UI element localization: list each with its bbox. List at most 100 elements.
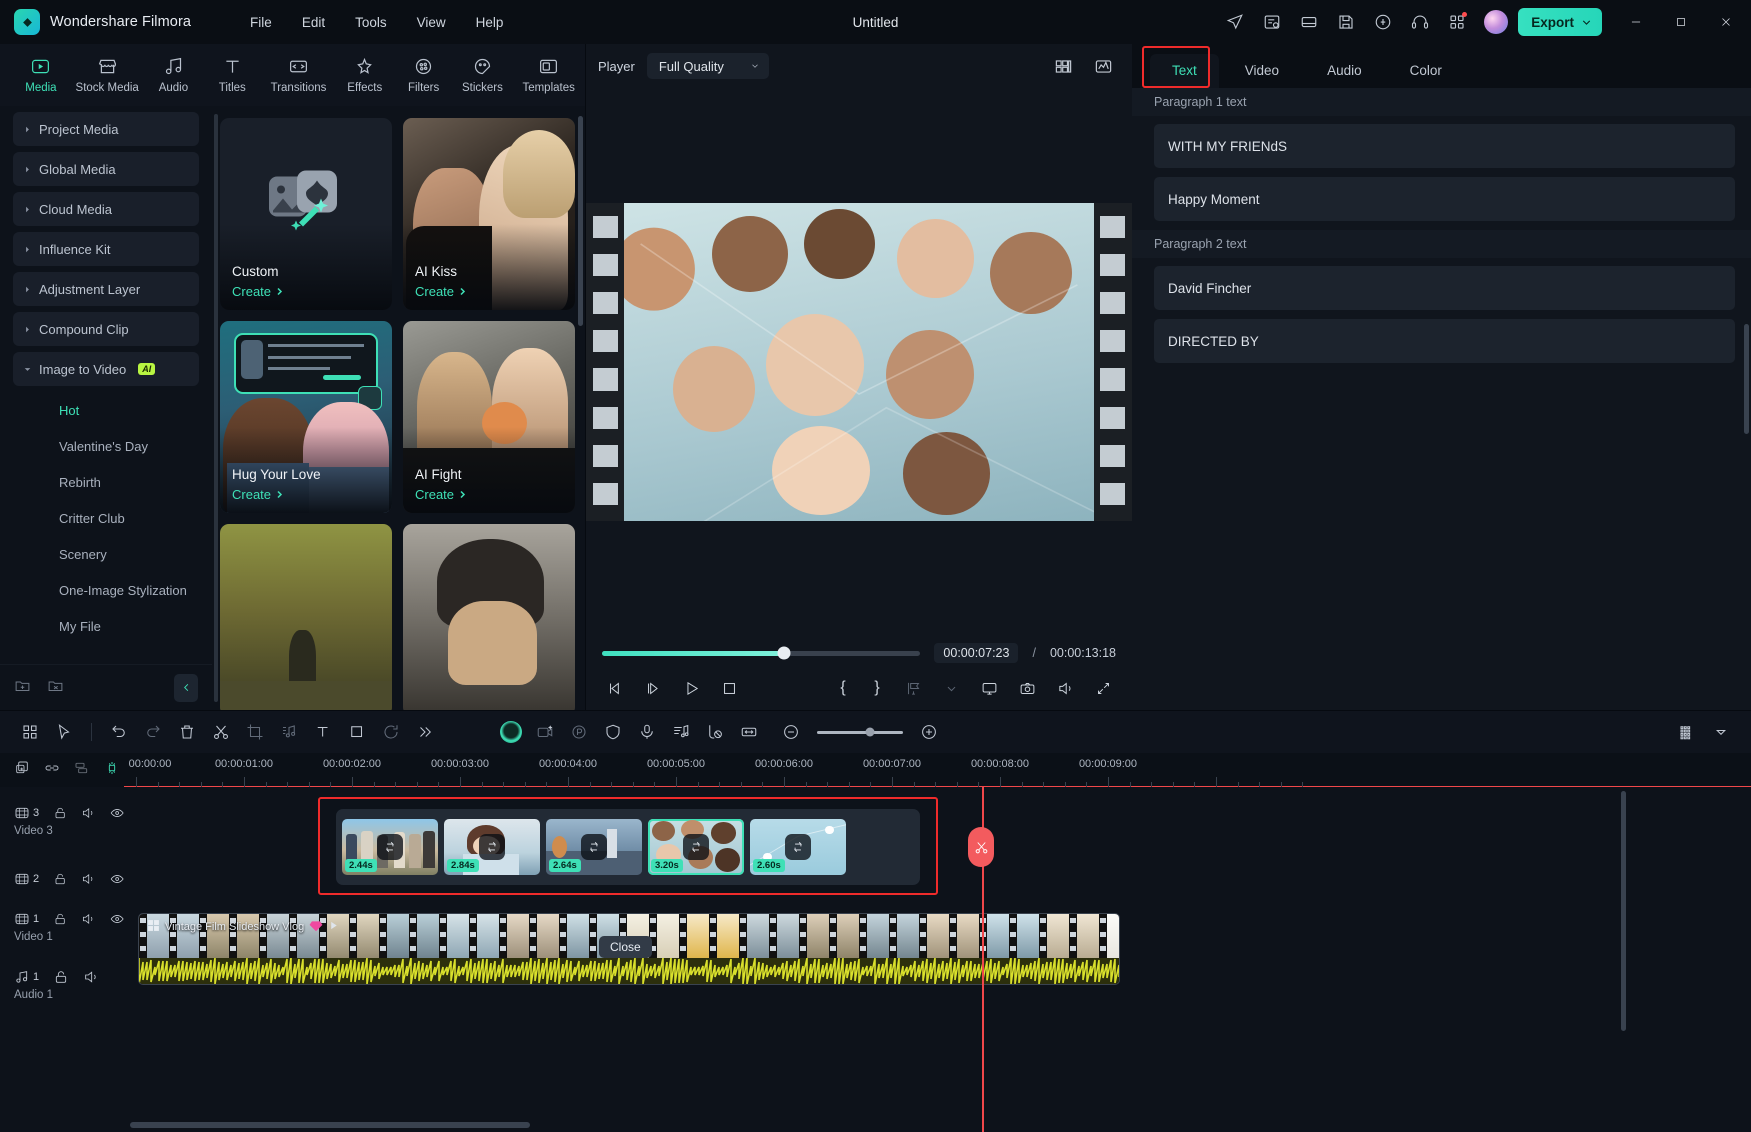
properties-scrollbar[interactable] <box>1744 324 1749 434</box>
play-button[interactable] <box>678 675 704 701</box>
keyframe-button[interactable] <box>699 717 731 747</box>
subnav-item-critter-club[interactable]: Critter Club <box>13 500 199 536</box>
timeline-clip[interactable]: 2.84s <box>444 819 540 875</box>
cloud-upload-icon[interactable] <box>1366 5 1400 39</box>
seek-slider[interactable] <box>602 646 921 660</box>
paragraph-2-field-1[interactable]: David Fincher <box>1154 266 1735 310</box>
video-stage[interactable] <box>586 88 1132 636</box>
card-create-link[interactable]: Create <box>415 284 467 299</box>
subnav-item-valentines-day[interactable]: Valentine's Day <box>13 428 199 464</box>
record-button[interactable] <box>563 717 595 747</box>
nav-item-project-media[interactable]: Project Media <box>13 112 199 146</box>
menu-tools[interactable]: Tools <box>340 9 402 36</box>
subnav-item-scenery[interactable]: Scenery <box>13 536 199 572</box>
nav-item-adjustment-layer[interactable]: Adjustment Layer <box>13 272 199 306</box>
library-tab-titles[interactable]: Titles <box>203 51 261 99</box>
library-tab-transitions[interactable]: Transitions <box>262 51 335 99</box>
split-at-playhead-button[interactable] <box>968 827 994 867</box>
card-create-link[interactable]: Create <box>415 487 467 502</box>
nav-item-influence-kit[interactable]: Influence Kit <box>13 232 199 266</box>
timeline-hscrollbar-thumb[interactable] <box>130 1122 530 1128</box>
speaker-icon[interactable] <box>81 805 95 821</box>
collapse-panel-button[interactable] <box>174 673 198 702</box>
magnet-snap-icon[interactable] <box>104 760 120 781</box>
paragraph-1-field-2[interactable]: Happy Moment <box>1154 177 1735 221</box>
template-card-ai-fight[interactable]: AI Fight Create <box>403 321 575 513</box>
library-tab-audio[interactable]: Audio <box>145 51 203 99</box>
lock-icon[interactable] <box>53 805 67 821</box>
eye-icon[interactable] <box>110 805 124 821</box>
eye-icon[interactable] <box>110 911 124 927</box>
lock-icon[interactable] <box>53 911 67 927</box>
template-grid[interactable]: Custom Create AI Kiss Create Hug Your Lo… <box>212 106 585 710</box>
timeline-ruler[interactable]: 00:00:00 00:00:01:00 00:00:02:00 00:00:03:0… <box>124 753 1751 787</box>
more-tools-button[interactable] <box>409 717 441 747</box>
fullscreen-button[interactable] <box>1090 675 1116 701</box>
speaker-icon[interactable] <box>81 911 95 927</box>
menu-file[interactable]: File <box>235 9 287 36</box>
subnav-item-hot[interactable]: Hot <box>13 392 199 428</box>
speed-button[interactable] <box>375 717 407 747</box>
voiceover-button[interactable] <box>631 717 663 747</box>
volume-button[interactable] <box>1052 675 1078 701</box>
template-card-custom[interactable]: Custom Create <box>220 118 392 310</box>
link-clips-icon[interactable] <box>44 760 60 781</box>
paragraph-1-field-1[interactable]: WITH MY FRIENdS <box>1154 124 1735 168</box>
tab-video[interactable]: Video <box>1223 54 1301 88</box>
add-text-button[interactable] <box>307 717 339 747</box>
markers-button[interactable] <box>900 675 926 701</box>
library-tab-templates[interactable]: Templates <box>512 51 585 99</box>
nav-item-image-to-video[interactable]: Image to Video AI <box>13 352 199 386</box>
nav-item-compound-clip[interactable]: Compound Clip <box>13 312 199 346</box>
subnav-item-rebirth[interactable]: Rebirth <box>13 464 199 500</box>
zoom-out-button[interactable] <box>775 717 807 747</box>
share-icon[interactable] <box>1218 5 1252 39</box>
library-nav-scroll[interactable]: Project Media Global Media Cloud Media I… <box>0 106 212 664</box>
mark-in-button[interactable]: { <box>832 679 854 697</box>
timeline-density-button[interactable] <box>1671 717 1703 747</box>
ai-assistant-button[interactable] <box>495 717 527 747</box>
layout-icon[interactable] <box>1292 5 1326 39</box>
timeline-clip[interactable]: 2.60s <box>750 819 846 875</box>
video-preview[interactable] <box>586 203 1132 521</box>
split-view-icon[interactable] <box>1046 49 1080 83</box>
nav-item-global-media[interactable]: Global Media <box>13 152 199 186</box>
speaker-icon[interactable] <box>81 871 95 887</box>
save-icon[interactable] <box>1329 5 1363 39</box>
timeline-clip-main-video[interactable]: Vintage Film Slideshow Vlog Close <box>138 913 1120 985</box>
delete-folder-icon[interactable] <box>47 677 64 699</box>
tab-color[interactable]: Color <box>1388 54 1464 88</box>
prev-frame-button[interactable] <box>602 675 628 701</box>
crop-button[interactable] <box>239 717 271 747</box>
menu-help[interactable]: Help <box>461 9 519 36</box>
template-card-hug-your-love[interactable]: Hug Your Love Create <box>220 321 392 513</box>
markers-dropdown[interactable] <box>938 675 964 701</box>
paragraph-2-field-2[interactable]: DIRECTED BY <box>1154 319 1735 363</box>
shield-button[interactable] <box>597 717 629 747</box>
timeline-tracks[interactable]: 3 Video 3 2 1 Video 1 1 Audio 1 2.44s 2.… <box>0 787 1751 1132</box>
timeline-clip[interactable]: 2.44s <box>342 819 438 875</box>
support-headset-icon[interactable] <box>1403 5 1437 39</box>
grid-view-button[interactable] <box>14 717 46 747</box>
close-tooltip[interactable]: Close <box>599 936 652 958</box>
snapshot-button[interactable] <box>1014 675 1040 701</box>
track-layout-icon[interactable] <box>74 760 90 781</box>
subnav-item-my-file[interactable]: My File <box>13 608 199 644</box>
template-card-portrait[interactable] <box>403 524 575 710</box>
library-tab-stickers[interactable]: Stickers <box>454 51 512 99</box>
add-track-icon[interactable] <box>14 760 30 781</box>
zoom-in-button[interactable] <box>913 717 945 747</box>
zoom-slider-knob[interactable] <box>865 727 875 737</box>
seek-knob[interactable] <box>777 646 790 660</box>
maximize-button[interactable] <box>1660 0 1702 44</box>
minimize-button[interactable] <box>1615 0 1657 44</box>
library-tab-effects[interactable]: Effects <box>336 51 394 99</box>
timeline-density-dropdown[interactable] <box>1705 717 1737 747</box>
mark-out-button[interactable]: } <box>866 679 888 697</box>
avatar[interactable] <box>1484 10 1509 34</box>
audio-detach-button[interactable] <box>273 717 305 747</box>
delete-button[interactable] <box>171 717 203 747</box>
task-list-icon[interactable] <box>1255 5 1289 39</box>
card-create-link[interactable]: Create <box>232 487 321 502</box>
next-frame-button[interactable] <box>640 675 666 701</box>
